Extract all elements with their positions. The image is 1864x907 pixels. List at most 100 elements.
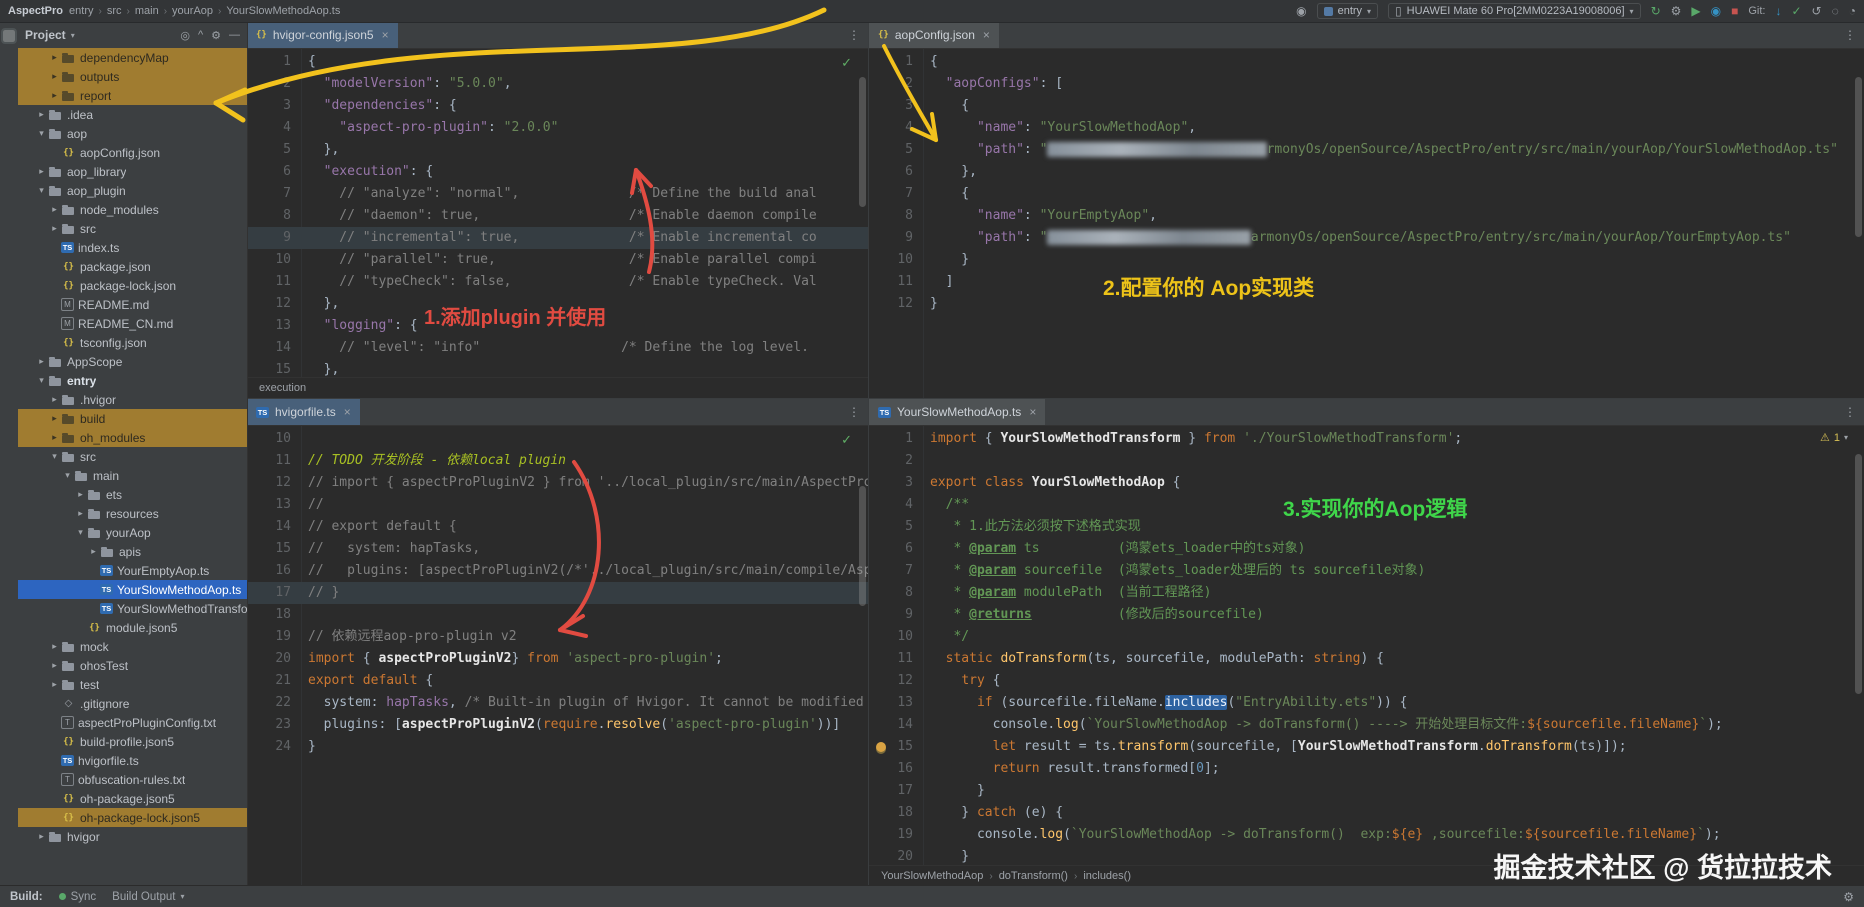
tree-item-obfuscation-rules.txt[interactable]: Tobfuscation-rules.txt: [18, 770, 247, 789]
more-options-icon[interactable]: ⋮: [1836, 28, 1864, 42]
tab-yourslowmethodaop-ts[interactable]: TS YourSlowMethodAop.ts ×: [869, 399, 1046, 425]
more-options-icon[interactable]: ⋮: [840, 28, 868, 42]
more-options-icon[interactable]: ⋮: [840, 405, 868, 419]
tree-item-ohosTest[interactable]: ▸ohosTest: [18, 656, 247, 675]
tree-item-report[interactable]: ▸report: [18, 86, 247, 105]
chevron-right-icon[interactable]: ▸: [48, 204, 61, 215]
more-options-icon[interactable]: ⋮: [1836, 405, 1864, 419]
run-config-selector[interactable]: entry ▾: [1317, 3, 1378, 19]
breadcrumb-item[interactable]: yourAop: [172, 5, 213, 17]
breadcrumb-item[interactable]: src: [107, 5, 122, 17]
chevron-right-icon[interactable]: ▸: [74, 508, 87, 519]
tree-item-build[interactable]: ▸build: [18, 409, 247, 428]
chevron-right-icon[interactable]: ▸: [35, 831, 48, 842]
locate-file-icon[interactable]: ◎: [180, 29, 190, 42]
scrollbar[interactable]: [1855, 454, 1862, 694]
chevron-down-icon[interactable]: ▾: [35, 128, 48, 139]
debug-icon[interactable]: ◉: [1711, 5, 1721, 17]
tree-item-README_CN.md[interactable]: MREADME_CN.md: [18, 314, 247, 333]
tree-item-node_modules[interactable]: ▸node_modules: [18, 200, 247, 219]
tree-item-mock[interactable]: ▸mock: [18, 637, 247, 656]
close-icon[interactable]: ×: [1029, 405, 1036, 419]
chevron-down-icon[interactable]: ▾: [35, 375, 48, 386]
chevron-right-icon[interactable]: ▸: [48, 641, 61, 652]
settings-icon[interactable]: ⚙: [211, 29, 221, 42]
scrollbar[interactable]: [1855, 77, 1862, 237]
tree-item-aspectProPluginConfig.txt[interactable]: TaspectProPluginConfig.txt: [18, 713, 247, 732]
chevron-right-icon[interactable]: ▸: [35, 166, 48, 177]
preview-icon[interactable]: ◉: [1296, 5, 1306, 17]
breadcrumb-item[interactable]: doTransform(): [999, 870, 1068, 882]
tree-item-YourEmptyAop.ts[interactable]: TSYourEmptyAop.ts: [18, 561, 247, 580]
breadcrumb-item[interactable]: main: [135, 5, 159, 17]
chevron-right-icon[interactable]: ▸: [35, 109, 48, 120]
tree-item-ets[interactable]: ▸ets: [18, 485, 247, 504]
tree-item-hvigor[interactable]: ▸hvigor: [18, 827, 247, 846]
tree-item-oh-package.json5[interactable]: {}oh-package.json5: [18, 789, 247, 808]
tree-item-aopConfig.json[interactable]: {}aopConfig.json: [18, 143, 247, 162]
tree-item-.hvigor[interactable]: ▸.hvigor: [18, 390, 247, 409]
tree-item-hvigorfile.ts[interactable]: TShvigorfile.ts: [18, 751, 247, 770]
chevron-right-icon[interactable]: ▸: [48, 394, 61, 405]
tree-item-resources[interactable]: ▸resources: [18, 504, 247, 523]
tree-item-apis[interactable]: ▸apis: [18, 542, 247, 561]
chevron-right-icon[interactable]: ▸: [87, 546, 100, 557]
code-editor-aopconfig[interactable]: 1{2 "aopConfigs": [3 {4 "name": "YourSlo…: [869, 49, 1864, 315]
scrollbar[interactable]: [859, 77, 866, 207]
tree-item-oh-package-lock.json5[interactable]: {}oh-package-lock.json5: [18, 808, 247, 827]
notifications-icon[interactable]: ◔: [1849, 5, 1856, 17]
tree-item-src[interactable]: ▾src: [18, 447, 247, 466]
tree-item-package.json[interactable]: {}package.json: [18, 257, 247, 276]
stop-icon[interactable]: ■: [1731, 5, 1738, 17]
tree-item-outputs[interactable]: ▸outputs: [18, 67, 247, 86]
tree-item-aop_library[interactable]: ▸aop_library: [18, 162, 247, 181]
chevron-right-icon[interactable]: ▸: [74, 489, 87, 500]
tree-item-test[interactable]: ▸test: [18, 675, 247, 694]
tab-hvigor-config-json5[interactable]: {} hvigor-config.json5 ×: [247, 22, 399, 48]
close-icon[interactable]: ×: [983, 28, 990, 42]
tree-item-aop[interactable]: ▾aop: [18, 124, 247, 143]
close-icon[interactable]: ×: [382, 28, 389, 42]
breadcrumb-item[interactable]: entry: [69, 5, 93, 17]
breadcrumb-item[interactable]: execution: [259, 382, 306, 394]
chevron-right-icon[interactable]: ▸: [48, 660, 61, 671]
chevron-down-icon[interactable]: ▾: [48, 451, 61, 462]
code-editor-hvigor-config[interactable]: 1{2 "modelVersion": "5.0.0",3 "dependenc…: [247, 49, 868, 377]
tree-item-tsconfig.json[interactable]: {}tsconfig.json: [18, 333, 247, 352]
tree-item-YourSlowMethodAop.ts[interactable]: TSYourSlowMethodAop.ts: [18, 580, 247, 599]
intention-bulb-icon[interactable]: [876, 742, 886, 752]
settings-icon[interactable]: ⚙: [1843, 890, 1854, 904]
breadcrumb-item[interactable]: YourSlowMethodAop.ts: [226, 5, 340, 17]
history-icon[interactable]: ↺: [1812, 5, 1822, 17]
breadcrumb-item[interactable]: YourSlowMethodAop: [881, 870, 983, 882]
device-selector[interactable]: ▯ HUAWEI Mate 60 Pro[2MM0223A19008006] ▾: [1388, 3, 1641, 19]
chevron-down-icon[interactable]: ▾: [74, 527, 87, 538]
project-tool-window-icon[interactable]: [3, 30, 15, 42]
chevron-right-icon[interactable]: ▸: [48, 679, 61, 690]
tree-item-oh_modules[interactable]: ▸oh_modules: [18, 428, 247, 447]
tab-aopconfig-json[interactable]: {} aopConfig.json ×: [869, 22, 1000, 48]
chevron-down-icon[interactable]: ▾: [61, 470, 74, 481]
tree-item-dependencyMap[interactable]: ▸dependencyMap: [18, 48, 247, 67]
tree-item-yourAop[interactable]: ▾yourAop: [18, 523, 247, 542]
tab-build-output[interactable]: Build Output ▾: [112, 891, 184, 903]
tab-sync[interactable]: Sync: [59, 891, 97, 903]
project-panel-title[interactable]: Project: [25, 28, 66, 42]
tree-item-.idea[interactable]: ▸.idea: [18, 105, 247, 124]
collapse-all-icon[interactable]: ^: [198, 29, 203, 42]
tree-item-YourSlowMethodTransform.ts[interactable]: TSYourSlowMethodTransform.ts: [18, 599, 247, 618]
inspections-widget[interactable]: ⚠ 1 ▾: [1820, 431, 1848, 444]
breadcrumb-item[interactable]: includes(): [1083, 870, 1131, 882]
chevron-down-icon[interactable]: ▾: [71, 31, 75, 40]
tree-item-src[interactable]: ▸src: [18, 219, 247, 238]
run-icon[interactable]: ▶: [1691, 5, 1700, 17]
tab-hvigorfile-ts[interactable]: TS hvigorfile.ts ×: [247, 399, 361, 425]
search-icon[interactable]: ◌: [1832, 5, 1839, 17]
build-icon[interactable]: ⚙: [1671, 5, 1682, 17]
chevron-right-icon[interactable]: ▸: [48, 223, 61, 234]
scrollbar[interactable]: [859, 486, 866, 606]
chevron-right-icon[interactable]: ▸: [35, 356, 48, 367]
tree-item-.gitignore[interactable]: ◇.gitignore: [18, 694, 247, 713]
tree-item-package-lock.json[interactable]: {}package-lock.json: [18, 276, 247, 295]
chevron-right-icon[interactable]: ▸: [48, 71, 61, 82]
